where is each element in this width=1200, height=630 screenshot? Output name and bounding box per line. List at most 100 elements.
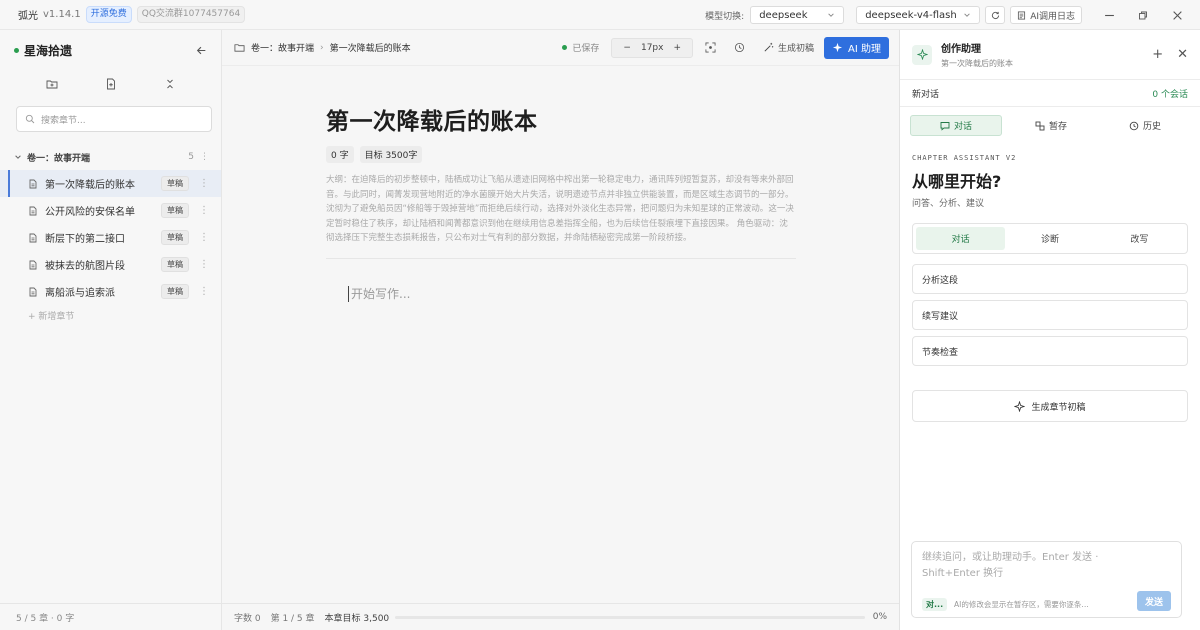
project-name: 星海拾遗	[24, 43, 73, 58]
chapter-more-icon[interactable]: ⋮	[199, 286, 209, 297]
mode-chip[interactable]: 对...	[922, 598, 948, 611]
session-count[interactable]: 0 个会话	[1152, 87, 1188, 100]
model-select[interactable]: deepseek-v4-flash	[856, 6, 981, 24]
quick-action-analyze[interactable]: 分析这段	[912, 264, 1188, 294]
ai-assistant-label: AI 助理	[848, 44, 881, 55]
assistant-logo-icon	[912, 44, 932, 65]
refresh-button[interactable]	[985, 6, 1006, 24]
folder-icon	[234, 42, 245, 53]
new-folder-icon[interactable]	[46, 78, 58, 90]
document-icon	[28, 287, 38, 297]
tab-chat[interactable]: 对话	[910, 115, 1002, 136]
tab-staging-label: 暂存	[1048, 122, 1067, 132]
chevron-down-icon	[827, 11, 835, 19]
free-badge[interactable]: 开源免费	[85, 6, 132, 23]
font-decrease-button[interactable]: −	[623, 43, 631, 53]
collapse-sidebar-button[interactable]	[196, 45, 207, 56]
close-panel-button[interactable]: ✕	[1177, 47, 1188, 62]
chapter-title[interactable]: 第一次降载后的账本	[326, 102, 796, 136]
chapter-item[interactable]: 离船派与追索派 草稿 ⋮	[0, 278, 221, 305]
volume-more-icon[interactable]: ⋮	[200, 152, 209, 162]
assistant-panel: 创作助理 第一次降载后的账本 + ✕ 新对话 0 个会话 对话 暂存 历史 CH…	[899, 30, 1200, 630]
qq-group-badge[interactable]: QQ交流群1077457764	[136, 6, 246, 23]
ai-log-button[interactable]: AI调用日志	[1010, 6, 1082, 24]
tab-history[interactable]: 历史	[1100, 115, 1190, 136]
chapter-title: 断层下的第二接口	[45, 234, 125, 245]
chapter-item[interactable]: 被抹去的航图片段 草稿 ⋮	[0, 251, 221, 278]
mode-segmented-control: 对话 诊断 改写	[912, 223, 1188, 254]
tab-staging[interactable]: 暂存	[1006, 115, 1096, 136]
new-session-button[interactable]: +	[1152, 47, 1163, 62]
panel-header: 创作助理 第一次降载后的账本 + ✕	[900, 30, 1200, 80]
collapse-all-icon[interactable]	[164, 78, 176, 90]
document-icon	[28, 233, 38, 243]
chapter-more-icon[interactable]: ⋮	[199, 232, 209, 243]
breadcrumb-separator: ›	[320, 42, 324, 53]
writing-area[interactable]: 开始写作...	[348, 285, 796, 302]
saved-dot	[562, 45, 568, 50]
provider-select[interactable]: deepseek	[750, 6, 845, 24]
new-chat-row[interactable]: 新对话 0 个会话	[900, 80, 1200, 107]
search-icon	[25, 114, 35, 124]
close-icon	[1172, 10, 1183, 21]
send-button[interactable]: 发送	[1137, 591, 1171, 611]
segment-chat[interactable]: 对话	[916, 227, 1006, 250]
quick-action-pacing[interactable]: 节奏检查	[912, 336, 1188, 366]
segment-rewrite[interactable]: 改写	[1095, 227, 1184, 250]
assistant-heading: 从哪里开始?	[912, 172, 1002, 191]
log-icon	[1017, 10, 1026, 20]
chapter-status-badge: 草稿	[161, 230, 189, 245]
font-increase-button[interactable]: +	[673, 43, 681, 53]
saved-label: 已保存	[572, 44, 600, 54]
document-body: 第一次降载后的账本 0 字 目标 3500字 大纲：在迫降后的初步整顿中，陆栖成…	[326, 102, 796, 302]
search-placeholder: 搜索章节...	[41, 115, 86, 126]
add-chapter-button[interactable]: + 新增章节	[0, 305, 221, 325]
volume-header[interactable]: 卷一：故事开端 5 ⋮	[0, 144, 221, 170]
status-chapter-target: 本章目标 3,500	[324, 613, 390, 624]
tab-history-label: 历史	[1142, 122, 1161, 132]
chapter-status-badge: 草稿	[161, 257, 189, 272]
close-window-button[interactable]	[1160, 0, 1194, 30]
history-icon[interactable]	[734, 42, 745, 53]
generate-draft-label: 生成初稿	[778, 44, 815, 54]
chapter-item[interactable]: 第一次降载后的账本 草稿 ⋮	[0, 170, 221, 197]
chapter-list: 第一次降载后的账本 草稿 ⋮ 公开风险的安保名单 草稿 ⋮ 断层下的第二接口 草稿 ⋮ 被抹去的航…	[0, 170, 221, 305]
chapter-sidebar: 星海拾遗 搜索章节... 卷一：故事开端 5 ⋮ 第一次降载后的账本 草稿 ⋮ 公开风…	[0, 30, 222, 630]
chapter-search-input[interactable]: 搜索章节...	[16, 106, 212, 132]
chat-input-box[interactable]: 继续追问，或让助理动手。Enter 发送 · Shift+Enter 换行 对.…	[911, 541, 1182, 618]
app-version: v1.14.1	[43, 9, 81, 20]
segment-diagnose[interactable]: 诊断	[1005, 227, 1094, 250]
chapter-item[interactable]: 断层下的第二接口 草稿 ⋮	[0, 224, 221, 251]
maximize-button[interactable]	[1126, 0, 1160, 30]
chapter-item[interactable]: 公开风险的安保名单 草稿 ⋮	[0, 197, 221, 224]
sidebar-footer-stats: 5 / 5 章 · 0 字	[0, 603, 221, 630]
panel-body: CHAPTER ASSISTANT V2 从哪里开始? 问答、分析、建议 对话 …	[900, 154, 1200, 422]
minimize-button[interactable]	[1092, 0, 1126, 30]
chapter-status-badge: 草稿	[161, 176, 189, 191]
chapter-more-icon[interactable]: ⋮	[199, 205, 209, 216]
quick-action-continue[interactable]: 续写建议	[912, 300, 1188, 330]
volume-title: 卷一：故事开端	[27, 153, 91, 164]
generate-chapter-draft-button[interactable]: 生成章节初稿	[912, 390, 1188, 422]
chapter-more-icon[interactable]: ⋮	[199, 178, 209, 189]
magic-wand-icon	[763, 42, 774, 53]
chapter-title: 公开风险的安保名单	[45, 207, 135, 218]
breadcrumb-volume[interactable]: 卷一：故事开端	[251, 41, 314, 54]
new-file-icon[interactable]	[105, 78, 117, 90]
chapter-more-icon[interactable]: ⋮	[199, 259, 209, 270]
sparkle-icon	[1014, 400, 1026, 412]
provider-value: deepseek	[759, 9, 808, 21]
chapter-title: 离船派与追索派	[45, 288, 115, 299]
ai-assistant-button[interactable]: AI 助理	[824, 36, 889, 59]
word-count-badge: 0 字	[326, 146, 354, 163]
assistant-eyebrow: CHAPTER ASSISTANT V2	[912, 154, 1017, 162]
chapter-meta: 0 字 目标 3500字	[326, 146, 796, 163]
volume-chapter-count: 5	[188, 152, 194, 162]
editor-toolbar: 卷一：故事开端 › 第一次降载后的账本 已保存 − 17px + 生成初稿 AI…	[222, 30, 899, 66]
new-chat-label: 新对话	[912, 89, 940, 100]
sidebar-toolbar	[0, 70, 221, 98]
generate-draft-button[interactable]: 生成初稿	[763, 41, 814, 54]
focus-mode-icon[interactable]	[705, 42, 716, 53]
status-progress-percent: 0%	[872, 612, 887, 622]
editor-status-bar: 字数 0 第 1 / 5 章 本章目标 3,500 0%	[222, 603, 899, 630]
